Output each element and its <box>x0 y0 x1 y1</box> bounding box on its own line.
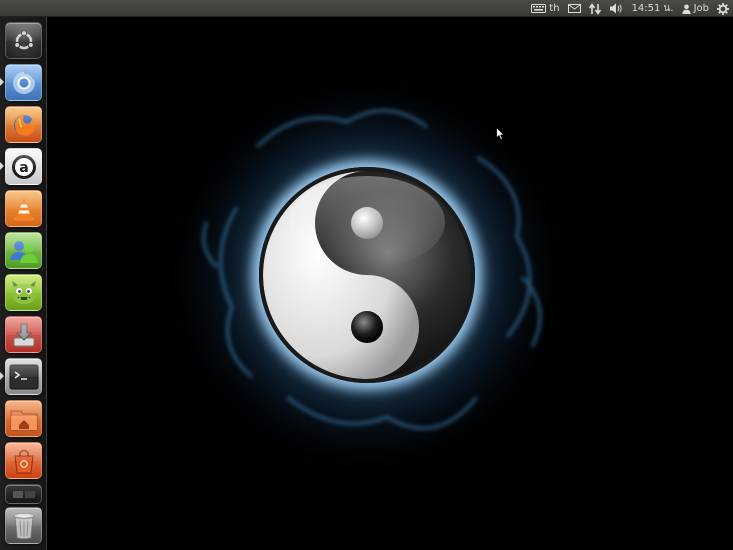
amazon-icon: a <box>11 154 36 179</box>
chromium-icon <box>12 70 36 94</box>
launcher-item-chromium-browser[interactable] <box>5 64 42 101</box>
clock-indicator[interactable]: 14:51 น. <box>632 0 674 17</box>
launcher-item-vlc[interactable] <box>5 190 42 227</box>
indicator-area: th 14:51 น. Job <box>531 0 729 17</box>
volume-icon <box>609 3 622 14</box>
launcher-item-home-folder[interactable] <box>5 400 42 437</box>
keyboard-layout-label: th <box>549 3 560 14</box>
launcher-item-dash-home[interactable] <box>5 22 42 59</box>
network-arrows-icon <box>588 2 601 15</box>
firefox-icon <box>13 113 35 136</box>
trash-icon <box>13 512 34 539</box>
messaging-indicator[interactable] <box>567 0 581 17</box>
vlc-cone-icon <box>13 196 34 220</box>
people-chat-icon <box>9 240 38 263</box>
green-monster-icon <box>11 280 36 304</box>
home-folder-icon <box>10 410 37 430</box>
desktop[interactable]: th 14:51 น. Job a <box>0 0 733 550</box>
keyboard-icon <box>531 4 547 13</box>
launcher-item-ubuntu-software-center[interactable] <box>5 442 42 479</box>
ubuntu-logo-icon <box>13 29 34 49</box>
yin-yang-icon <box>259 167 475 383</box>
gear-icon <box>717 2 729 15</box>
shopping-bag-icon <box>13 449 34 473</box>
envelope-icon <box>567 4 581 13</box>
clock-label: 14:51 น. <box>631 3 674 14</box>
yin-yang-wallpaper <box>162 70 572 480</box>
svg-text:a: a <box>19 160 28 176</box>
session-indicator[interactable] <box>717 0 729 17</box>
user-indicator[interactable]: Job <box>681 0 709 17</box>
launcher-item-terminal[interactable] <box>5 358 42 395</box>
terminal-icon <box>9 364 38 389</box>
launcher-item-monster-app[interactable] <box>5 274 42 311</box>
keyboard-indicator[interactable]: th <box>531 0 560 17</box>
user-name-label: Job <box>693 3 709 14</box>
wallpaper <box>47 17 733 550</box>
launcher-item-trash[interactable] <box>5 507 42 544</box>
workspace-icon <box>12 491 35 498</box>
launcher-item-firefox[interactable] <box>5 106 42 143</box>
sound-indicator[interactable] <box>609 0 624 17</box>
install-arrow-icon <box>13 323 34 346</box>
launcher: a <box>0 17 47 550</box>
launcher-item-empathy[interactable] <box>5 232 42 269</box>
launcher-item-workspace-switcher[interactable] <box>5 484 42 504</box>
launcher-item-amazon[interactable]: a <box>5 148 42 185</box>
top-panel: th 14:51 น. Job <box>0 0 733 17</box>
network-indicator[interactable] <box>588 0 601 17</box>
user-icon <box>681 4 691 14</box>
mouse-cursor-icon <box>496 127 505 141</box>
launcher-item-installer[interactable] <box>5 316 42 353</box>
